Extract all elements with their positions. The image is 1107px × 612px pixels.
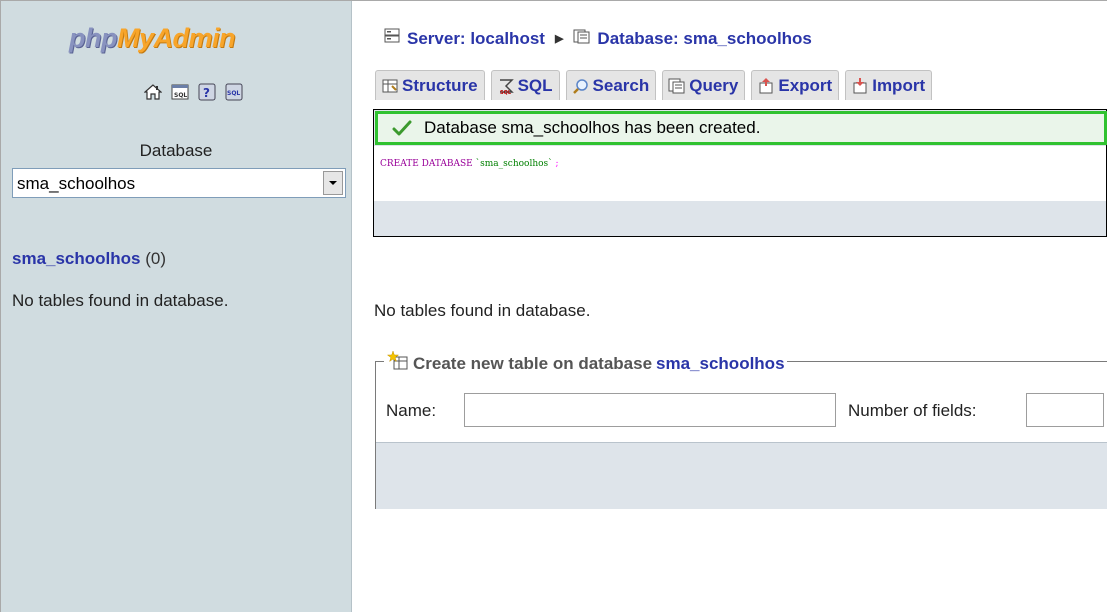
breadcrumb-separator-icon: ▶ (554, 33, 564, 45)
table-name-input[interactable] (464, 393, 836, 427)
query-icon (668, 77, 686, 95)
left-database-entry: sma_schoolhos (0) (12, 249, 166, 269)
nav-icon-bar: SQL ? SQL (144, 83, 243, 101)
tab-export-label: Export (778, 75, 833, 95)
left-no-tables-text: No tables found in database. (12, 291, 229, 310)
success-message: Database sma_schoolhos has been created. (375, 111, 1107, 145)
svg-text:SQL: SQL (174, 92, 187, 99)
tab-export[interactable]: Export (751, 70, 840, 100)
tab-search[interactable]: Search (565, 70, 657, 100)
database-select-value: sma_schoolhos (17, 174, 136, 193)
new-table-icon (386, 350, 409, 376)
tab-structure-label: Structure (402, 75, 478, 95)
left-database-link[interactable]: sma_schoolhos (12, 249, 141, 268)
logo-php-text: php (69, 23, 117, 53)
query-result-box: Database sma_schoolhos has been created.… (373, 109, 1107, 237)
create-table-fieldset: Create new table on database sma_schoolh… (375, 350, 1107, 509)
phpmyadmin-logo[interactable]: phpMyAdmin (69, 23, 235, 54)
sql-query-icon[interactable]: SQL (171, 83, 189, 101)
checkmark-icon (392, 119, 412, 137)
tab-sql-label: SQL (517, 75, 553, 95)
tab-import-label: Import (872, 75, 926, 95)
structure-icon (381, 77, 399, 95)
tab-sql[interactable]: SQL SQL (490, 70, 560, 100)
logo-admin-text: Admin (153, 23, 236, 53)
success-message-text: Database sma_schoolhos has been created. (424, 118, 761, 137)
number-of-fields-label: Number of fields: (848, 401, 977, 420)
logo-my-text: My (116, 23, 154, 53)
create-table-db-name: sma_schoolhos (656, 353, 785, 373)
number-of-fields-input[interactable] (1026, 393, 1104, 427)
sql-keyword: CREATE DATABASE (380, 159, 473, 169)
create-table-form-row: Name: Number of fields: (376, 378, 1107, 434)
tab-structure[interactable]: Structure (375, 70, 485, 100)
create-table-footer (376, 442, 1107, 509)
executed-sql: CREATE DATABASE `sma_schoolhos` ; (374, 146, 1106, 201)
breadcrumb-server-link[interactable]: Server: localhost (407, 29, 545, 49)
home-icon[interactable] (144, 83, 162, 101)
table-name-label: Name: (386, 401, 437, 420)
breadcrumb-database-link[interactable]: Database: sma_schoolhos (597, 29, 811, 49)
tab-import[interactable]: Import (845, 70, 933, 100)
sql-terminator: ; (555, 159, 559, 169)
search-icon (572, 77, 590, 95)
tab-query-label: Query (689, 75, 739, 95)
svg-text:SQL: SQL (500, 90, 512, 95)
sql-string: `sma_schoolhos` (475, 159, 553, 169)
sql-docs-icon[interactable]: SQL (225, 83, 243, 101)
sql-icon: SQL (497, 77, 515, 95)
server-icon (383, 28, 401, 49)
import-icon (851, 77, 869, 95)
tab-query[interactable]: Query (662, 70, 746, 100)
dropdown-arrow-icon[interactable] (323, 171, 343, 195)
breadcrumb: Server: localhost ▶ Database: sma_school… (383, 28, 812, 49)
main-no-tables-text: No tables found in database. (374, 301, 591, 320)
help-icon[interactable]: ? (198, 83, 216, 101)
tab-bar: Structure SQL SQL Search Query Export Im… (375, 70, 933, 100)
create-table-legend-text: Create new table on database (413, 353, 653, 373)
left-navigation-panel: phpMyAdmin SQL ? SQL Database sma_school… (1, 1, 352, 612)
svg-text:?: ? (203, 86, 210, 100)
tab-search-label: Search (592, 75, 650, 95)
create-table-legend: Create new table on database sma_schoolh… (384, 350, 787, 376)
export-icon (757, 77, 775, 95)
left-table-count: (0) (145, 249, 167, 268)
database-icon (573, 28, 591, 49)
svg-text:SQL: SQL (227, 90, 240, 97)
database-label: Database (139, 141, 213, 160)
database-select[interactable]: sma_schoolhos (12, 168, 346, 198)
